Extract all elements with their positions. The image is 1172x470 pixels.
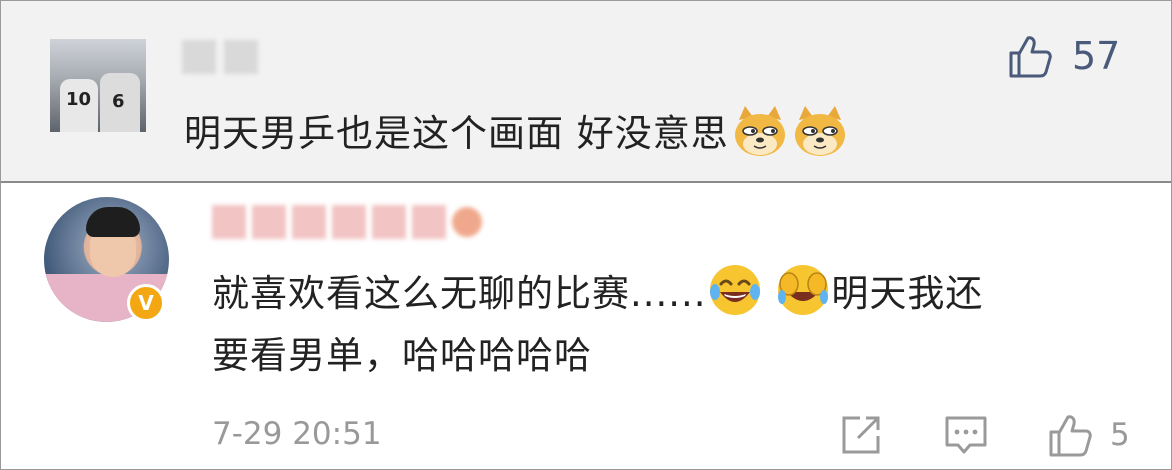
avatar-jersey-number: 6	[112, 91, 125, 112]
like-count: 57	[1072, 34, 1121, 78]
comment-actions: 5	[840, 412, 1130, 458]
comment-card-top: 10 6 57 明天男乒也是这个画面 好没意思	[1, 1, 1171, 183]
comment-text: 就喜欢看这么无聊的比赛...... 明天我还 要看男单，哈哈哈哈哈	[212, 262, 1112, 387]
comment-text-body: 明天男乒也是这个画面 好没意思	[184, 112, 729, 155]
avatar-hair	[86, 207, 140, 237]
avatar-jersey-number: 10	[66, 89, 92, 110]
avatar[interactable]: 10 6	[50, 39, 146, 132]
comment-icon[interactable]	[944, 414, 988, 456]
comment-text-part2: 明天我还	[831, 272, 984, 315]
thumbs-up-icon	[1009, 36, 1052, 78]
thumbs-up-icon[interactable]	[1046, 412, 1092, 458]
doge-emoji-icon	[794, 106, 845, 156]
rolling-laughing-emoji-icon	[778, 265, 829, 315]
timestamp: 7-29 20:51	[212, 416, 382, 452]
doge-emoji-icon	[734, 106, 785, 156]
like-button[interactable]: 57	[1006, 33, 1120, 79]
share-icon[interactable]	[840, 414, 882, 456]
username-blurred[interactable]	[182, 40, 262, 76]
comment-text: 明天男乒也是这个画面 好没意思	[184, 102, 849, 160]
like-count: 5	[1110, 417, 1130, 453]
laughing-tears-emoji-icon	[709, 265, 760, 315]
comment-text-line2: 要看男单，哈哈哈哈哈	[212, 334, 592, 377]
comment-text-part1: 就喜欢看这么无聊的比赛......	[212, 272, 707, 315]
username-blurred[interactable]	[212, 205, 482, 239]
verified-badge: V	[127, 284, 165, 322]
